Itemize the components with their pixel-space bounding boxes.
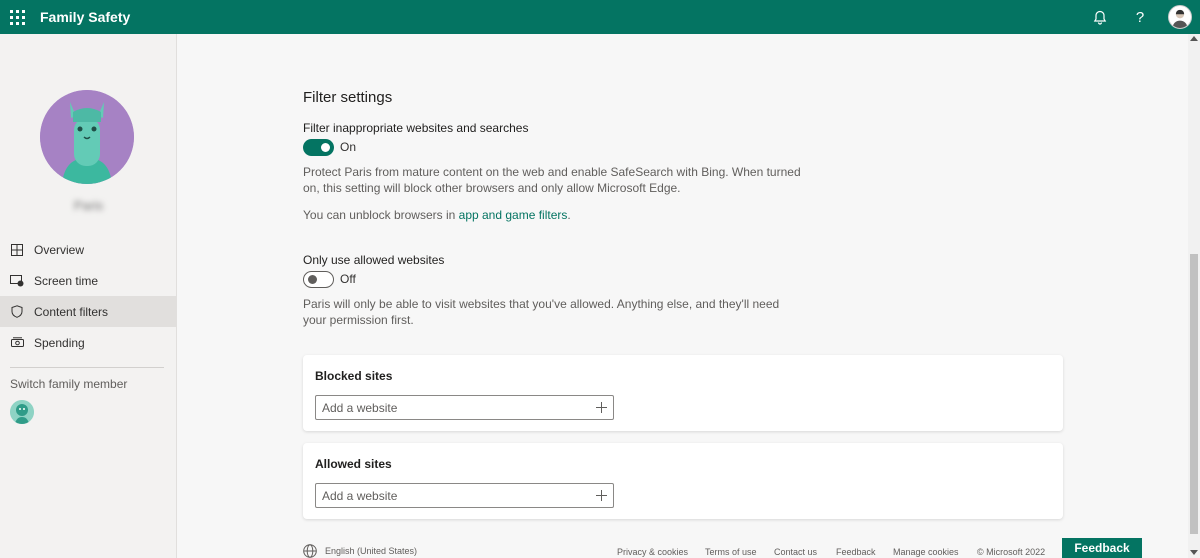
allowed-only-state: Off [340, 272, 356, 286]
profile-name: Paris [73, 198, 104, 213]
language-label: English (United States) [325, 546, 418, 556]
switch-family-member-label: Switch family member [10, 377, 128, 391]
filter-websites-state: On [340, 140, 357, 154]
screen-time-icon [10, 274, 24, 288]
family-member-avatar[interactable] [10, 400, 34, 424]
filter-websites-label: Filter inappropriate websites and search… [303, 121, 529, 135]
footer: English (United States) Privacy & cookie… [303, 544, 1063, 558]
allowed-only-toggle[interactable] [303, 271, 334, 288]
sidebar-item-overview[interactable]: Overview [0, 234, 177, 265]
blocked-site-input[interactable] [316, 396, 589, 419]
unblock-end: . [567, 208, 571, 222]
filter-websites-toggle[interactable] [303, 139, 334, 156]
sidebar: Paris Overview Screen time Content filte… [0, 34, 177, 558]
sidebar-item-label: Spending [34, 335, 85, 350]
main-content: Filter settings Filter inappropriate web… [177, 34, 1188, 558]
blocked-sites-card: Blocked sites [303, 355, 1063, 431]
profile-avatar [40, 90, 134, 184]
shield-icon [10, 305, 24, 319]
sidebar-divider [10, 367, 164, 368]
feedback-link[interactable]: Feedback [836, 547, 876, 557]
add-blocked-site-plus-icon[interactable] [589, 396, 613, 419]
scroll-up-arrow-icon[interactable] [1190, 36, 1198, 41]
scroll-thumb[interactable] [1190, 254, 1198, 534]
allowed-sites-card: Allowed sites [303, 443, 1063, 519]
blocked-site-input-box [315, 395, 614, 420]
sidebar-item-label: Overview [34, 242, 85, 257]
privacy-cookies-link[interactable]: Privacy & cookies [617, 547, 688, 557]
unblock-browsers-text: You can unblock browsers in app and game… [303, 207, 803, 223]
language-selector[interactable]: English (United States) [303, 544, 417, 558]
unblock-text: You can unblock browsers in [303, 208, 459, 222]
app-game-filters-link[interactable]: app and game filters [459, 208, 568, 222]
allowed-sites-title: Allowed sites [315, 457, 392, 471]
allowed-only-description: Paris will only be able to visit website… [303, 297, 780, 327]
copyright-text: © Microsoft 2022 [977, 547, 1046, 557]
sidebar-item-content-filters[interactable]: Content filters [0, 296, 177, 327]
sidebar-item-label: Screen time [34, 273, 99, 288]
feedback-button[interactable]: Feedback [1062, 538, 1142, 558]
scrollbar[interactable] [1188, 34, 1200, 558]
section-title: Filter settings [303, 89, 393, 106]
manage-cookies-link[interactable]: Manage cookies [893, 547, 959, 557]
scroll-down-arrow-icon[interactable] [1190, 550, 1198, 555]
app-title[interactable]: Family Safety [40, 9, 130, 25]
sidebar-item-screen-time[interactable]: Screen time [0, 265, 177, 296]
contact-us-link[interactable]: Contact us [774, 547, 817, 557]
dashboard-icon [10, 243, 24, 257]
allowed-site-input-box [315, 483, 614, 508]
blocked-sites-title: Blocked sites [315, 369, 393, 383]
filter-websites-description: Protect Paris from mature content on the… [303, 165, 801, 195]
account-avatar[interactable] [1168, 5, 1192, 29]
allowed-only-label: Only use allowed websites [303, 253, 445, 267]
help-icon[interactable]: ? [1120, 0, 1160, 34]
sidebar-nav: Overview Screen time Content filters Spe… [0, 234, 177, 358]
terms-of-use-link[interactable]: Terms of use [705, 547, 757, 557]
add-allowed-site-plus-icon[interactable] [589, 484, 613, 507]
sidebar-item-label: Content filters [34, 304, 109, 319]
top-bar: Family Safety ? [0, 0, 1200, 34]
globe-icon [303, 544, 317, 558]
sidebar-item-spending[interactable]: Spending [0, 327, 177, 358]
money-icon [10, 336, 24, 350]
allowed-site-input[interactable] [316, 484, 589, 507]
app-launcher-icon[interactable] [0, 0, 34, 34]
notifications-bell-icon[interactable] [1080, 0, 1120, 34]
